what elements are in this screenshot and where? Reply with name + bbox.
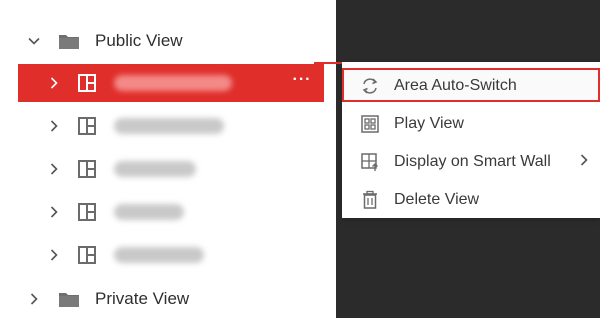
chevron-right-icon[interactable]: [46, 247, 62, 263]
view-row-selected[interactable]: ···: [18, 64, 324, 102]
menu-item-delete-view[interactable]: Delete View: [342, 182, 600, 216]
folder-row-private-view[interactable]: Private View: [0, 281, 336, 317]
chevron-right-icon[interactable]: [46, 118, 62, 134]
view-name-redacted: [114, 75, 232, 91]
chevron-right-icon[interactable]: [46, 161, 62, 177]
chevron-right-icon[interactable]: [46, 204, 62, 220]
folder-row-public-view[interactable]: Public View: [0, 22, 336, 60]
view-layout-icon: [78, 160, 96, 178]
menu-connector-line: [314, 62, 342, 64]
folder-label-public-view: Public View: [95, 31, 183, 50]
menu-item-display-on-smart-wall[interactable]: Display on Smart Wall: [342, 144, 600, 178]
view-name-redacted: [114, 204, 184, 220]
chevron-right-icon[interactable]: [46, 75, 62, 91]
play-view-icon: [360, 114, 380, 134]
view-tree: Public View ··· Private View: [0, 0, 336, 318]
chevron-right-icon[interactable]: [26, 291, 42, 307]
chevron-right-icon: [577, 153, 591, 167]
menu-item-label: Delete View: [394, 191, 480, 208]
view-row[interactable]: [18, 236, 324, 274]
view-row[interactable]: [18, 150, 324, 188]
view-layout-icon: [78, 246, 96, 264]
more-options-button[interactable]: ···: [288, 72, 316, 92]
menu-item-area-auto-switch[interactable]: Area Auto-Switch: [342, 68, 600, 102]
view-row[interactable]: [18, 193, 324, 231]
view-layout-icon: [78, 117, 96, 135]
view-name-redacted: [114, 161, 196, 177]
context-menu: Area Auto-Switch Play View Display on Sm…: [342, 62, 600, 218]
view-layout-icon: [78, 203, 96, 221]
menu-item-play-view[interactable]: Play View: [342, 106, 600, 140]
menu-item-label: Area Auto-Switch: [394, 77, 517, 94]
folder-label-private-view: Private View: [95, 289, 190, 308]
view-row[interactable]: [18, 107, 324, 145]
folder-icon: [58, 32, 80, 50]
trash-icon: [360, 190, 380, 210]
menu-item-label: Play View: [394, 115, 464, 132]
auto-switch-icon: [360, 76, 380, 96]
smart-wall-icon: [360, 152, 380, 172]
view-name-redacted: [114, 247, 204, 263]
chevron-down-icon[interactable]: [26, 33, 42, 49]
view-layout-icon: [78, 74, 96, 92]
view-name-redacted: [114, 118, 224, 134]
folder-icon: [58, 290, 80, 308]
menu-item-label: Display on Smart Wall: [394, 153, 551, 170]
